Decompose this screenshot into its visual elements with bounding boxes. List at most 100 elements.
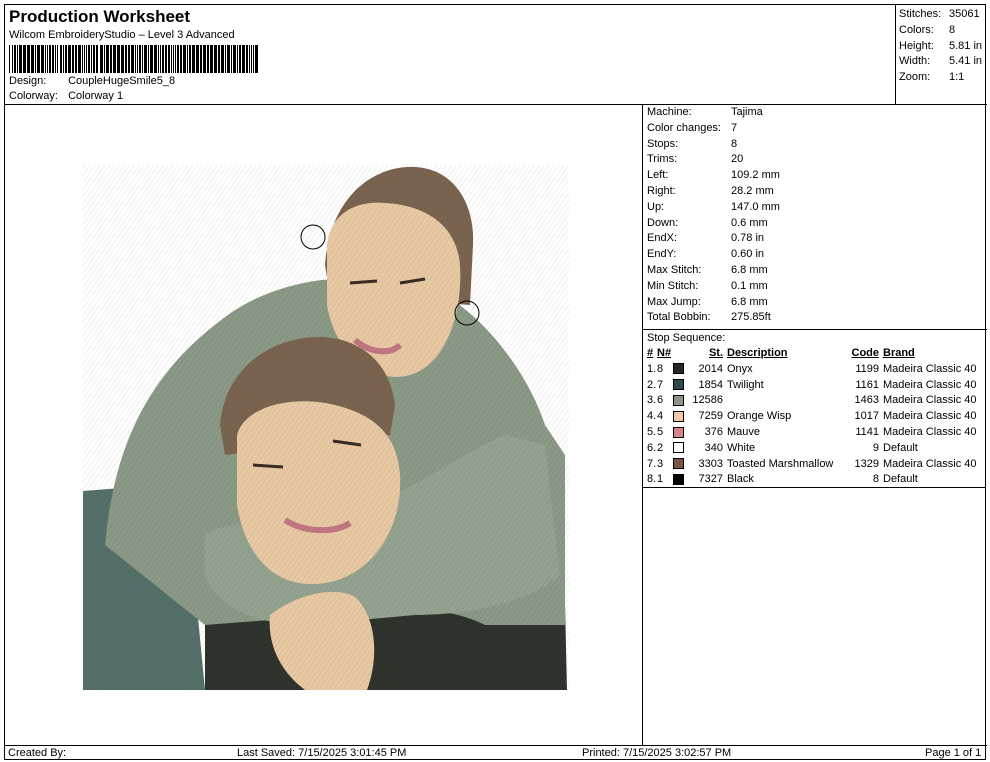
design-preview (5, 105, 643, 745)
barcode-bar (196, 45, 199, 73)
stop-stitches: 376 (704, 426, 723, 439)
stop-code: 9 (872, 441, 879, 454)
stop-description: Mauve (727, 426, 761, 439)
embroidery-design-image (83, 165, 569, 690)
barcode-bar (218, 45, 220, 73)
thread-swatch (673, 363, 684, 375)
stop-brand: Default (883, 441, 918, 454)
barcode-bar (137, 45, 138, 73)
stop-description: Black (727, 471, 847, 488)
stop-needle: 1 (657, 471, 673, 488)
machine-info-label: Left: (647, 169, 669, 182)
barcode-bar (55, 45, 56, 73)
design-value: CoupleHugeSmile5_8 (68, 75, 176, 87)
barcode-bar (144, 45, 147, 73)
barcode-bar (203, 45, 206, 73)
barcode-bar (187, 45, 188, 73)
barcode-bar (117, 45, 120, 73)
summary-value: 5.81 in (949, 39, 983, 52)
stop-stitches: 340 (704, 441, 723, 454)
last-saved: Last Saved: 7/15/2025 3:01:45 PM (237, 747, 407, 759)
stop-stitches: 2014 (698, 362, 723, 375)
machine-info-row: Min Stitch: 0.1 mm (643, 279, 987, 295)
summary-value: 5.41 in (949, 55, 983, 68)
machine-info-label: Stops: (647, 137, 679, 150)
summary-row: Height: 5.81 in (899, 39, 987, 55)
machine-info-value: 7 (731, 121, 738, 134)
barcode-bar (93, 45, 95, 73)
barcode-bar (251, 45, 252, 73)
stop-row: 5. 5 376 Mauve 1141 Madeira Classic 40 (643, 424, 986, 440)
stop-description: White (727, 441, 756, 454)
barcode-bar (189, 45, 191, 73)
barcode-bar (154, 45, 157, 73)
stop-index: 8. (643, 471, 657, 488)
barcode-bar (210, 45, 213, 73)
barcode-bar (72, 45, 74, 73)
barcode-bar (121, 45, 124, 73)
colorway-value: Colorway 1 (68, 90, 124, 102)
stop-index: 4. (647, 410, 657, 423)
barcode-bar (175, 45, 176, 73)
stop-code: 1141 (855, 426, 879, 439)
machine-info-label: Machine: (647, 106, 692, 118)
barcode-bar (249, 45, 250, 73)
stop-needle: 7 (657, 378, 664, 391)
barcode-bar (41, 45, 44, 73)
barcode-bar (9, 45, 10, 73)
stop-code: 1017 (854, 410, 879, 423)
machine-info-panel: Machine: Tajima Color changes: 7 Stops: 8 Trim… (643, 105, 987, 488)
barcode-bar (242, 45, 245, 73)
color-swatch (673, 424, 691, 440)
barcode-bar (37, 45, 40, 73)
stop-index: 6. (647, 441, 657, 454)
barcode-bar (142, 45, 143, 73)
barcode-bar (96, 45, 98, 73)
stop-brand: Madeira Classic 40 (883, 378, 977, 391)
stop-stitches: 12586 (692, 394, 723, 407)
barcode-bar (221, 45, 224, 73)
col-description: Description (727, 347, 788, 360)
color-swatch (673, 377, 691, 393)
color-swatch (673, 408, 691, 424)
barcode-bar (82, 45, 83, 73)
thread-swatch (673, 442, 684, 454)
barcode-bar (131, 45, 134, 73)
barcode-bar (177, 45, 179, 73)
thread-swatch (673, 458, 684, 470)
stop-code: 1161 (855, 378, 879, 391)
stop-code: 8 (847, 471, 883, 488)
summary-row: Stitches: 35061 (899, 7, 987, 23)
stop-stitches: 7259 (698, 410, 723, 423)
barcode-bar (12, 45, 13, 73)
barcode-bar (91, 45, 92, 73)
stop-brand: Madeira Classic 40 (883, 457, 977, 470)
barcode-bar (148, 45, 149, 73)
barcode-bar (158, 45, 159, 73)
barcode-bar (49, 45, 51, 73)
barcode-bar (183, 45, 186, 73)
barcode-bar (237, 45, 238, 73)
worksheet-frame: Production Worksheet Wilcom EmbroiderySt… (4, 4, 987, 760)
barcode-bar (78, 45, 81, 73)
barcode-bar (84, 45, 85, 73)
machine-info-label: Up: (647, 200, 665, 213)
barcode-bar (100, 45, 103, 73)
stop-index: 7. (647, 457, 657, 470)
design-row: Design: CoupleHugeSmile5_8 (9, 75, 175, 87)
stop-needle: 8 (657, 362, 664, 375)
barcode-bar (200, 45, 202, 73)
barcode-bar (35, 45, 36, 73)
machine-info-value: 28.2 mm (731, 184, 774, 197)
barcode-bar (47, 45, 48, 73)
summary-label: Width: (899, 55, 931, 68)
barcode-bar (139, 45, 141, 73)
barcode-bar (253, 45, 254, 73)
stop-row: 8. 1 7327 Black 8 Default (643, 471, 986, 488)
stop-needle: 3 (657, 457, 664, 470)
col-needle: N# (657, 347, 672, 360)
barcode-bar (88, 45, 90, 73)
stop-needle: 4 (657, 410, 664, 423)
barcode-bar (239, 45, 241, 73)
barcode-bar (173, 45, 174, 73)
